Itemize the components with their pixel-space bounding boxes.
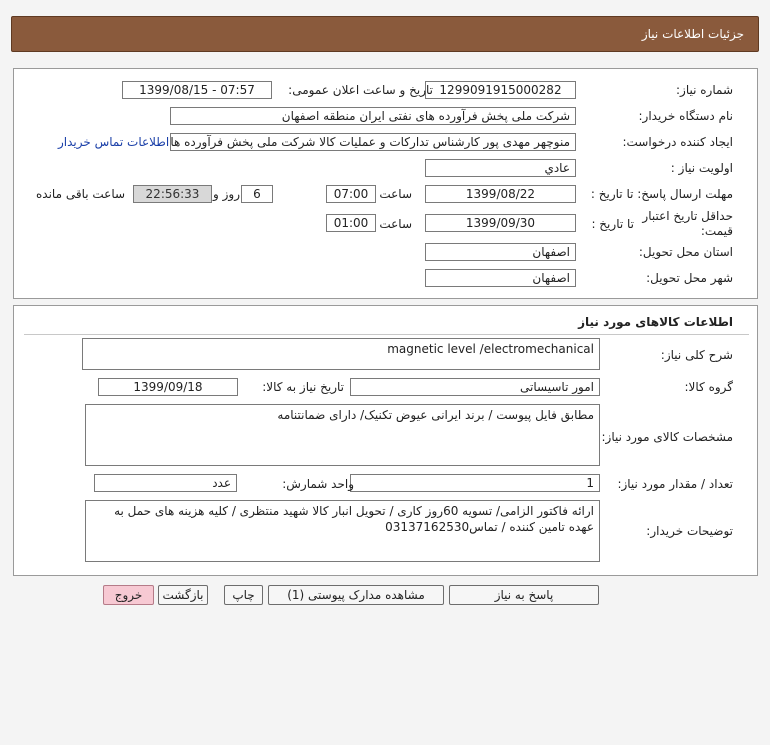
need-number-label: شماره نیاز: — [676, 83, 733, 97]
page-header: جزئیات اطلاعات نیاز — [11, 16, 759, 52]
priority-label: اولویت نیاز : — [670, 161, 733, 175]
province-field: اصفهان — [425, 243, 576, 261]
remaining-label: ساعت باقی مانده — [36, 187, 126, 201]
deadline-label: مهلت ارسال پاسخ: تا تاریخ : — [590, 187, 733, 201]
announce-label: تاریخ و ساعت اعلان عمومی: — [288, 83, 433, 97]
need-date-field: 1399/09/18 — [98, 378, 238, 396]
goods-section-title: اطلاعات کالاهای مورد نیاز — [578, 315, 733, 329]
quantity-field: 1 — [350, 474, 600, 492]
requester-label: ایجاد کننده درخواست: — [622, 135, 733, 149]
general-desc-field: magnetic level /electromechanical — [82, 338, 600, 370]
general-desc-label: شرح کلی نیاز: — [660, 348, 733, 362]
buyer-contact-link[interactable]: اطلاعات تماس خریدار — [58, 135, 169, 149]
validity-time-label: ساعت — [379, 217, 412, 231]
validity-date-field: 1399/09/30 — [425, 214, 576, 232]
validity-label-2: قیمت: — [700, 224, 733, 238]
buyer-org-field: شرکت ملی پخش فرآورده های نفتی ایران منطق… — [170, 107, 576, 125]
need-number-field: 1299091915000282 — [425, 81, 576, 99]
announce-datetime-field: 1399/08/15 - 07:57 — [122, 81, 272, 99]
deadline-time-label: ساعت — [379, 187, 412, 201]
quantity-label: تعداد / مقدار مورد نیاز: — [617, 477, 733, 491]
view-attachments-button[interactable]: مشاهده مدارک پیوستی (1) — [268, 585, 444, 605]
requester-field: منوچهر مهدی پور کارشناس تدارکات و عملیات… — [170, 133, 576, 151]
goods-group-label: گروه کالا: — [684, 380, 734, 394]
specs-label: مشخصات کالای مورد نیاز: — [601, 430, 733, 444]
remaining-time-field: 22:56:33 — [133, 185, 212, 203]
goods-group-field: امور تاسیساتی — [350, 378, 600, 396]
back-button[interactable]: بازگشت — [158, 585, 208, 605]
validity-to-label: تا تاریخ : — [591, 217, 634, 231]
city-label: شهر محل تحویل: — [646, 271, 733, 285]
buyer-notes-field: ارائه فاکتور الزامی/ تسویه 60روز کاری / … — [85, 500, 600, 562]
unit-field: عدد — [94, 474, 237, 492]
buyer-org-label: نام دستگاه خریدار: — [638, 109, 734, 123]
goods-info-panel: اطلاعات کالاهای مورد نیاز شرح کلی نیاز: … — [13, 305, 758, 576]
province-label: استان محل تحویل: — [638, 245, 733, 259]
deadline-date-field: 1399/08/22 — [425, 185, 576, 203]
days-remaining-field: 6 — [241, 185, 273, 203]
unit-label: واحد شمارش: — [282, 477, 354, 491]
deadline-time-field: 07:00 — [326, 185, 376, 203]
need-date-label: تاریخ نیاز به کالا: — [262, 380, 344, 394]
validity-time-field: 01:00 — [326, 214, 376, 232]
page-title: جزئیات اطلاعات نیاز — [641, 27, 744, 41]
exit-button[interactable]: خروج — [103, 585, 154, 605]
validity-label-1: حداقل تاریخ اعتبار — [642, 209, 733, 223]
buyer-notes-label: توضیحات خریدار: — [646, 524, 733, 538]
print-button[interactable]: چاپ — [224, 585, 263, 605]
need-info-panel: شماره نیاز: 1299091915000282 تاریخ و ساع… — [13, 68, 758, 299]
city-field: اصفهان — [425, 269, 576, 287]
priority-field: عادي — [425, 159, 576, 177]
days-label: روز و — [213, 187, 240, 201]
specs-field: مطابق فایل پیوست / برند ایرانی عیوض تکنی… — [85, 404, 600, 466]
respond-to-need-button[interactable]: پاسخ به نیاز — [449, 585, 599, 605]
section-divider — [24, 334, 749, 335]
